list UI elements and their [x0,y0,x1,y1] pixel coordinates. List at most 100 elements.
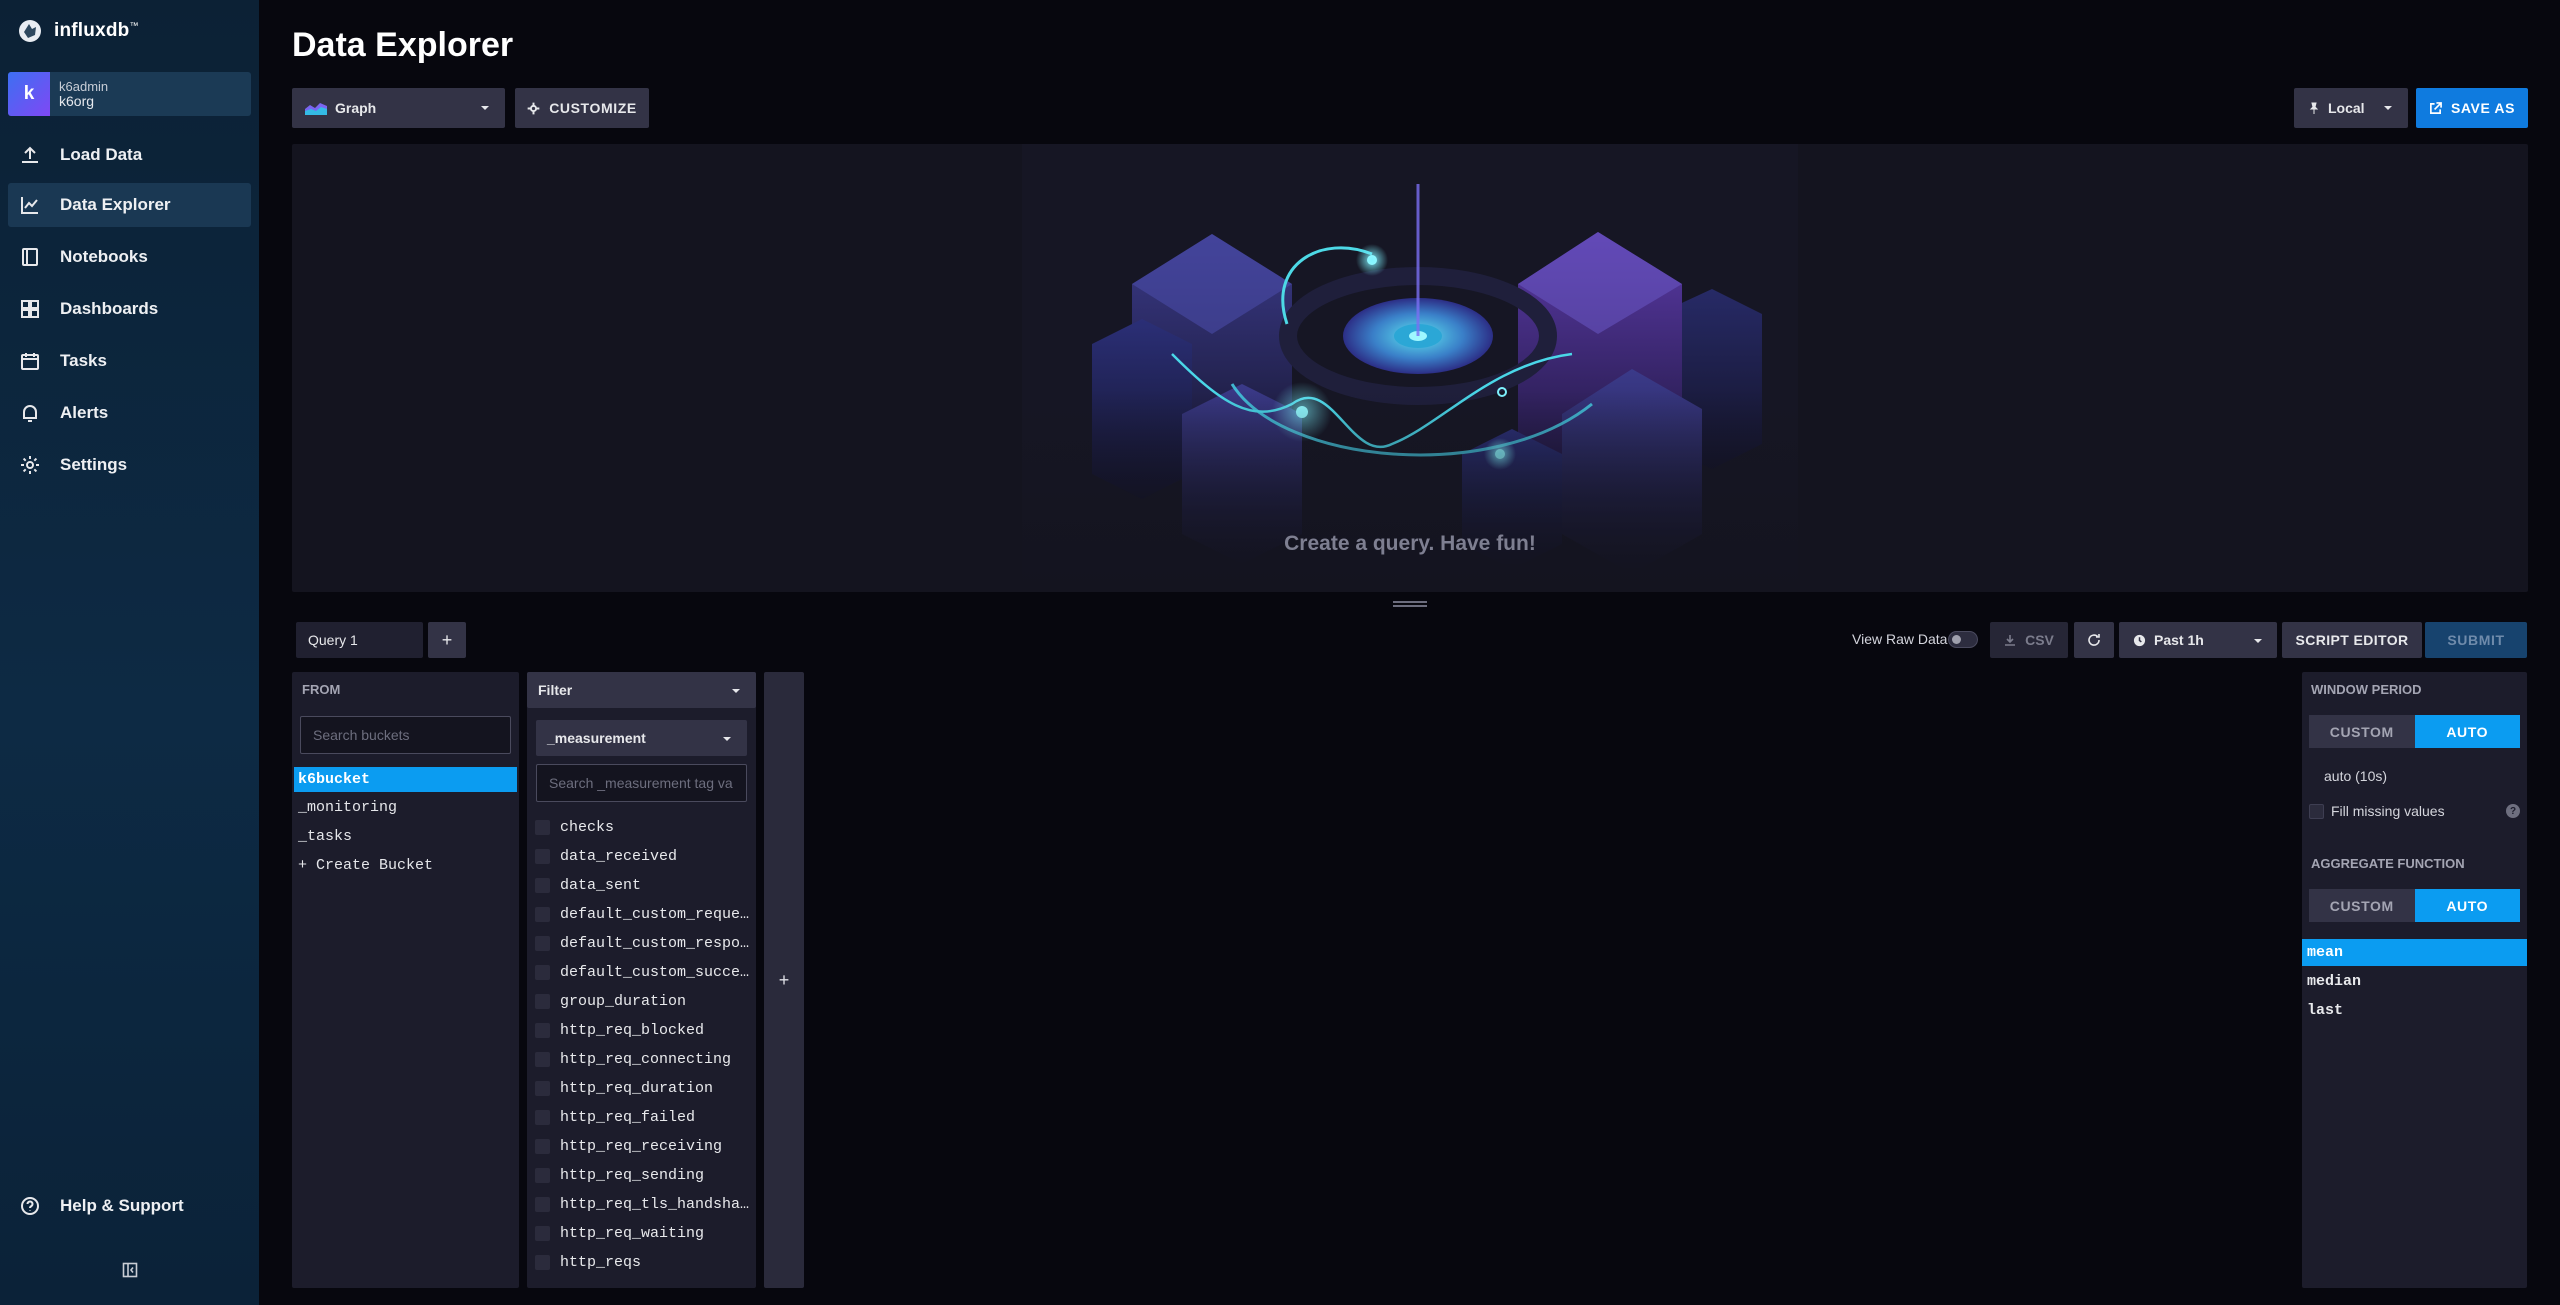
help-circle-icon [19,1195,41,1217]
list-item[interactable]: http_req_duration [527,1075,756,1101]
checkbox[interactable] [535,1022,550,1038]
list-item[interactable]: group_duration [527,988,756,1014]
list-item[interactable]: http_req_connecting [527,1046,756,1072]
list-item[interactable]: http_req_sending [527,1162,756,1188]
filter-card: Filter _measurement Search _measurement … [527,672,756,1288]
fill-missing-checkbox[interactable]: Fill missing values [2309,802,2445,820]
time-range-dropdown[interactable]: Past 1h [2119,622,2277,658]
user-org-switcher[interactable]: k k6admin k6org [8,72,251,116]
list-item[interactable]: default_custom_reques_ [527,901,756,927]
list-item[interactable]: default_custom_succes_ [527,959,756,985]
sidebar-item-help[interactable]: Help & Support [8,1184,251,1228]
list-item[interactable]: http_req_blocked [527,1017,756,1043]
sidebar-item-data-explorer[interactable]: Data Explorer [8,183,251,227]
function-item-last[interactable]: last [2302,997,2527,1024]
list-item[interactable]: data_sent [527,872,756,898]
function-auto-button[interactable]: AUTO [2414,889,2520,922]
gear-icon [527,102,540,114]
checkbox[interactable] [2309,803,2324,819]
pin-icon [2309,102,2319,114]
script-editor-button[interactable]: SCRIPT EDITOR [2282,622,2422,658]
checkbox[interactable] [535,819,550,835]
sidebar-item-label: Alerts [60,403,109,422]
checkbox[interactable] [535,1138,550,1154]
list-item[interactable]: data_received [527,843,756,869]
tag-value-search-input[interactable]: Search _measurement tag va [536,764,747,802]
bucket-item-k6bucket[interactable]: k6bucket [294,767,517,792]
checkbox[interactable] [535,1167,550,1183]
sidebar-item-alerts[interactable]: Alerts [8,391,251,435]
checkbox[interactable] [535,964,550,980]
sidebar-item-notebooks[interactable]: Notebooks [8,235,251,279]
sidebar-item-label: Dashboards [60,299,159,318]
checkbox[interactable] [535,1080,550,1096]
create-bucket-link[interactable]: + Create Bucket [294,853,517,878]
checkbox[interactable] [535,935,550,951]
sidebar-item-tasks[interactable]: Tasks [8,339,251,383]
tag-key-dropdown[interactable]: _measurement [536,720,747,756]
brand[interactable]: influxdb™ [18,16,139,46]
list-item[interactable]: http_req_tls_handshak_ [527,1191,756,1217]
checkbox[interactable] [535,877,550,893]
filter-mode-dropdown[interactable]: Filter [527,672,756,708]
list-item[interactable]: http_req_waiting [527,1220,756,1246]
query-tab-label: Query 1 [308,632,358,648]
function-item-mean[interactable]: mean [2302,939,2527,966]
resize-handle[interactable] [1393,600,1427,608]
checkbox[interactable] [535,1051,550,1067]
sidebar-item-dashboards[interactable]: Dashboards [8,287,251,331]
submit-button[interactable]: SUBMIT [2425,622,2527,658]
list-item[interactable]: http_reqs [527,1249,756,1275]
bucket-item-monitoring[interactable]: _monitoring [294,795,517,820]
add-query-button[interactable]: + [428,622,466,658]
collapse-sidebar-button[interactable] [120,1260,140,1280]
checkbox[interactable] [535,993,550,1009]
checkbox[interactable] [535,1225,550,1241]
from-bucket-card: FROM Search buckets k6bucket _monitoring… [292,672,519,1288]
function-item-median[interactable]: median [2302,968,2527,995]
checkbox[interactable] [535,1196,550,1212]
tag-value-label: default_custom_respon_ [560,934,750,952]
timezone-dropdown[interactable]: Local [2294,88,2408,128]
save-as-button[interactable]: SAVE AS [2416,88,2528,128]
help-icon[interactable]: ? [2506,804,2520,818]
chevron-down-icon [723,737,731,741]
list-item[interactable]: default_custom_respon_ [527,930,756,956]
list-item[interactable]: http_req_receiving [527,1133,756,1159]
empty-state-message: Create a query. Have fun! [1284,532,1536,555]
window-custom-button[interactable]: CUSTOM [2309,715,2415,748]
download-icon [2005,635,2016,646]
checkbox[interactable] [535,848,550,864]
sidebar-item-load-data[interactable]: Load Data [8,133,251,177]
bucket-item-tasks[interactable]: _tasks [294,824,517,849]
tab-query-1[interactable]: Query 1 [296,622,423,658]
window-auto-button[interactable]: AUTO [2414,715,2520,748]
tag-value-label: http_req_receiving [560,1137,723,1155]
sidebar: influxdb™ k k6admin k6org Load Data Data… [0,0,259,1305]
sidebar-item-settings[interactable]: Settings [8,443,251,487]
visualization-type-dropdown[interactable]: Graph [292,88,505,128]
checkbox[interactable] [535,906,550,922]
upload-icon [19,144,41,166]
bucket-search-input[interactable]: Search buckets [300,716,511,754]
sidebar-item-label: Help & Support [60,1196,184,1215]
refresh-button[interactable] [2074,622,2114,658]
fill-missing-label: Fill missing values [2331,803,2445,819]
tag-value-label: checks [560,818,615,836]
list-item[interactable]: http_req_failed [527,1104,756,1130]
tag-value-label: http_req_duration [560,1079,714,1097]
checkbox[interactable] [535,1109,550,1125]
csv-download-button[interactable]: CSV [1990,622,2068,658]
tag-value-label: http_req_tls_handshak_ [560,1195,750,1213]
graph-icon [19,194,41,216]
view-raw-data-toggle[interactable] [1948,631,1978,648]
chevron-down-icon [732,689,740,693]
checkbox[interactable] [535,1254,550,1270]
customize-button[interactable]: CUSTOMIZE [515,88,649,128]
add-filter-button[interactable]: + [764,672,804,1288]
dashboard-icon [19,298,41,320]
visualization-type-label: Graph [335,100,377,116]
function-custom-button[interactable]: CUSTOM [2309,889,2415,922]
list-item[interactable]: checks [527,814,756,840]
calendar-icon [19,350,41,372]
